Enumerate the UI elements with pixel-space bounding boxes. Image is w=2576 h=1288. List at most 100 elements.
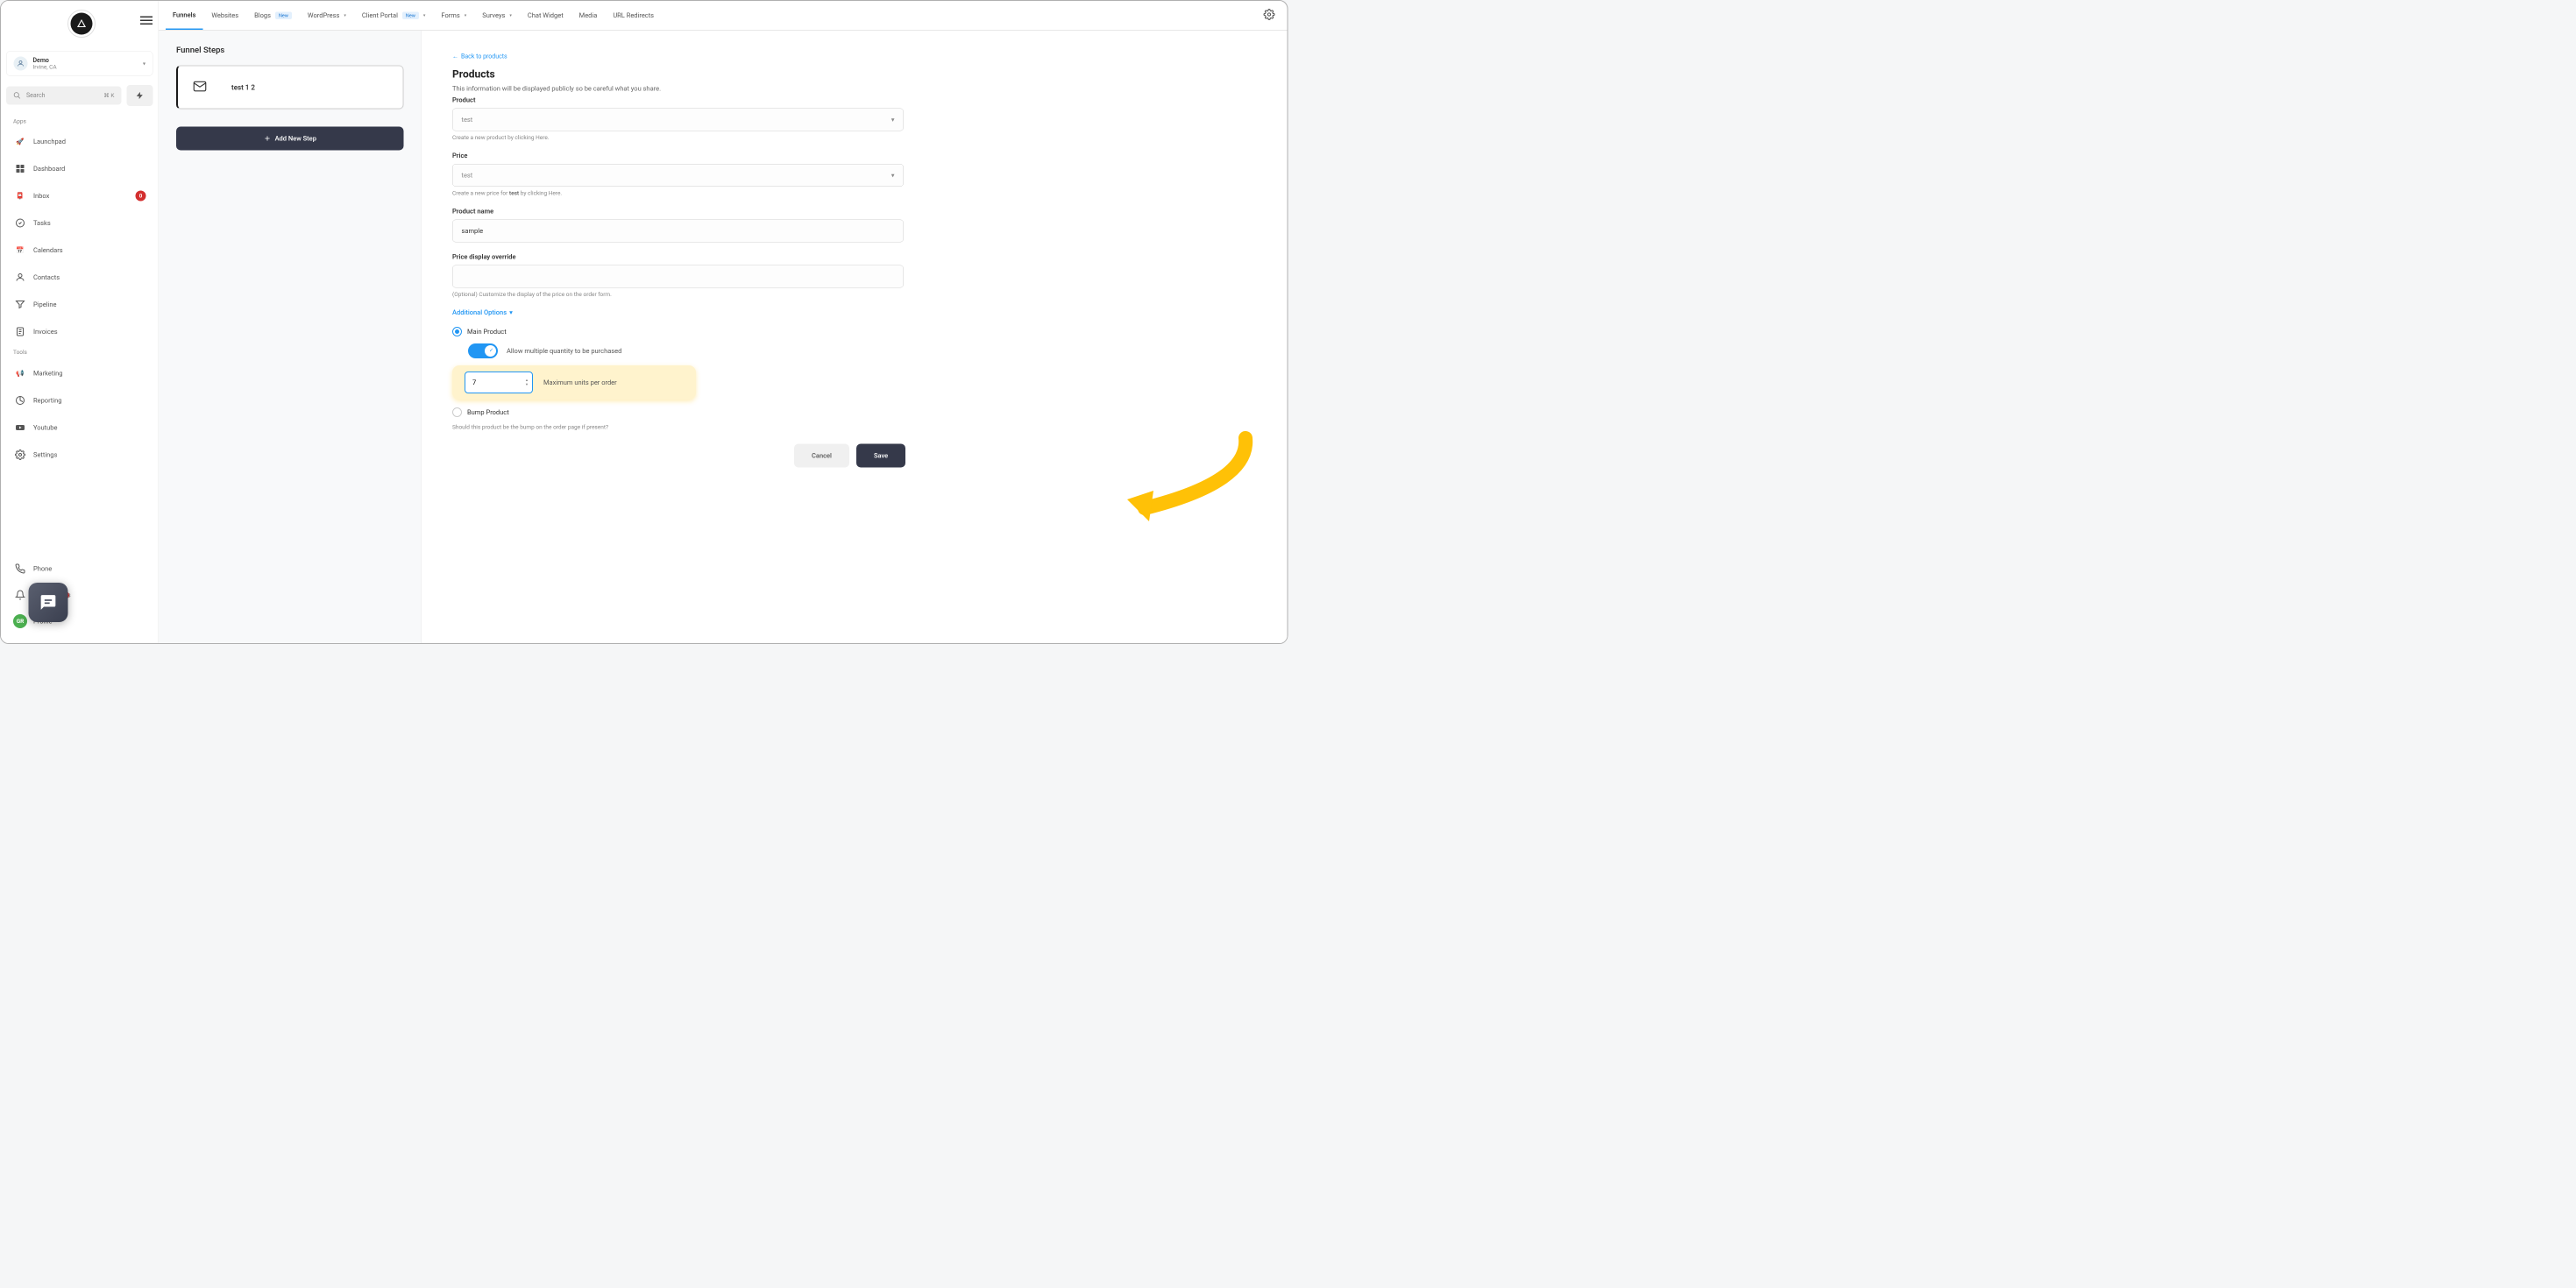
price-display-help: (Optional) Customize the display of the … [452, 292, 1257, 299]
hamburger-icon[interactable] [140, 14, 153, 27]
tab-funnels[interactable]: Funnels [166, 1, 202, 30]
nav-tasks[interactable]: Tasks [6, 210, 153, 237]
search-input[interactable]: Search ⌘ K [6, 87, 122, 105]
price-label: Price [452, 152, 1257, 159]
chat-icon [39, 594, 57, 612]
bump-help: Should this product be the bump on the o… [452, 424, 1257, 431]
account-name: Demo [33, 57, 143, 64]
chat-widget-bubble[interactable] [29, 583, 68, 622]
nav-phone[interactable]: Phone [6, 556, 153, 582]
nav-marketing[interactable]: 📢 Marketing [6, 360, 153, 386]
user-icon [14, 57, 28, 71]
contacts-icon [13, 271, 27, 285]
tab-media[interactable]: Media [572, 2, 605, 29]
max-units-highlight: ▲ ▼ Maximum units per order [452, 365, 696, 400]
save-button[interactable]: Save [856, 444, 905, 468]
calendar-icon: 📅 [13, 244, 27, 258]
account-selector[interactable]: Demo Irvine, CA ▾ [6, 51, 153, 76]
dashboard-icon [13, 162, 27, 176]
chevron-down-icon: ▾ [465, 13, 467, 18]
radio-selected-icon [452, 327, 462, 336]
steps-title: Funnel Steps [176, 45, 404, 55]
section-apps-label: Apps [6, 115, 153, 129]
section-tools-label: Tools [6, 346, 153, 360]
product-help: Create a new product by clicking Here. [452, 135, 1257, 142]
bolt-icon [136, 91, 145, 100]
new-badge: New [402, 11, 419, 19]
profile-avatar: GR [13, 614, 27, 628]
search-icon [13, 92, 21, 100]
account-location: Irvine, CA [33, 64, 143, 71]
nav-settings[interactable]: Settings [6, 442, 153, 468]
step-name: test 1 2 [231, 83, 255, 92]
inbox-icon: 📮 [13, 189, 27, 203]
nav-pipeline[interactable]: Pipeline [6, 292, 153, 318]
tab-client-portal[interactable]: Client PortalNew▾ [355, 2, 433, 29]
nav-calendars[interactable]: 📅 Calendars [6, 237, 153, 264]
nav-launchpad[interactable]: 🚀 Launchpad [6, 129, 153, 155]
phone-icon [13, 562, 27, 576]
tab-forms[interactable]: Forms▾ [434, 2, 473, 29]
nav-dashboard[interactable]: Dashboard [6, 156, 153, 182]
nav-contacts[interactable]: Contacts [6, 265, 153, 291]
product-select[interactable]: test ▾ [452, 109, 904, 131]
back-link[interactable]: ← Back to products [452, 53, 1257, 60]
tab-blogs[interactable]: BlogsNew [247, 2, 299, 29]
chevron-down-icon: ▾ [891, 172, 895, 180]
envelope-icon [192, 79, 209, 96]
tasks-icon [13, 216, 27, 230]
tab-websites[interactable]: Websites [204, 2, 245, 29]
number-spinner[interactable]: ▲ ▼ [525, 379, 529, 387]
price-help: Create a new price for test by clicking … [452, 190, 1257, 197]
arrow-left-icon: ← [452, 53, 458, 60]
tab-surveys[interactable]: Surveys▾ [475, 2, 519, 29]
product-name-input[interactable] [452, 220, 904, 243]
chevron-down-icon: ▾ [509, 308, 513, 316]
brand-logo[interactable] [67, 10, 96, 38]
gear-icon [1264, 9, 1275, 20]
cancel-button[interactable]: Cancel [794, 444, 849, 468]
product-label: Product [452, 96, 1257, 104]
allow-multiple-toggle[interactable]: ✓ [468, 343, 498, 358]
main-product-radio[interactable]: Main Product [452, 327, 1257, 336]
bell-icon [13, 588, 27, 602]
page-title: Products [452, 68, 1257, 81]
rocket-icon: 🚀 [13, 135, 27, 149]
chevron-down-icon: ▾ [423, 13, 426, 18]
product-name-label: Product name [452, 208, 1257, 216]
plus-icon [264, 135, 272, 143]
max-units-label: Maximum units per order [543, 379, 617, 386]
add-step-button[interactable]: Add New Step [176, 127, 404, 151]
radio-unselected-icon [452, 407, 462, 417]
price-display-label: Price display override [452, 253, 1257, 261]
chevron-down-icon: ▾ [143, 60, 145, 67]
max-units-input[interactable] [465, 372, 533, 393]
chevron-down-icon: ▾ [509, 13, 512, 18]
price-display-input[interactable] [452, 265, 904, 288]
nav-inbox[interactable]: 📮 Inbox 0 [6, 183, 153, 209]
chevron-down-icon: ▾ [344, 13, 346, 18]
search-shortcut: ⌘ K [103, 92, 114, 99]
tab-wordpress[interactable]: WordPress▾ [301, 2, 353, 29]
settings-gear-button[interactable] [1259, 4, 1281, 27]
bolt-button[interactable] [127, 85, 153, 106]
check-icon: ✓ [489, 347, 493, 353]
nav-invoices[interactable]: Invoices [6, 319, 153, 345]
step-card[interactable]: test 1 2 [176, 66, 404, 110]
tab-url-redirects[interactable]: URL Redirects [606, 2, 661, 29]
nav-youtube[interactable]: Youtube [6, 414, 153, 441]
spinner-down-icon: ▼ [525, 383, 529, 387]
megaphone-icon: 📢 [13, 366, 27, 380]
reporting-icon [13, 393, 27, 407]
youtube-icon [13, 421, 27, 435]
nav-reporting[interactable]: Reporting [6, 387, 153, 414]
allow-multiple-label: Allow multiple quantity to be purchased [507, 347, 621, 355]
bump-product-radio[interactable]: Bump Product [452, 407, 1257, 417]
pipeline-icon [13, 298, 27, 312]
invoices-icon [13, 325, 27, 339]
settings-icon [13, 448, 27, 462]
tab-chat-widget[interactable]: Chat Widget [521, 2, 571, 29]
chevron-down-icon: ▾ [891, 116, 895, 124]
additional-options-toggle[interactable]: Additional Options ▾ [452, 308, 1257, 316]
price-select[interactable]: test ▾ [452, 164, 904, 187]
